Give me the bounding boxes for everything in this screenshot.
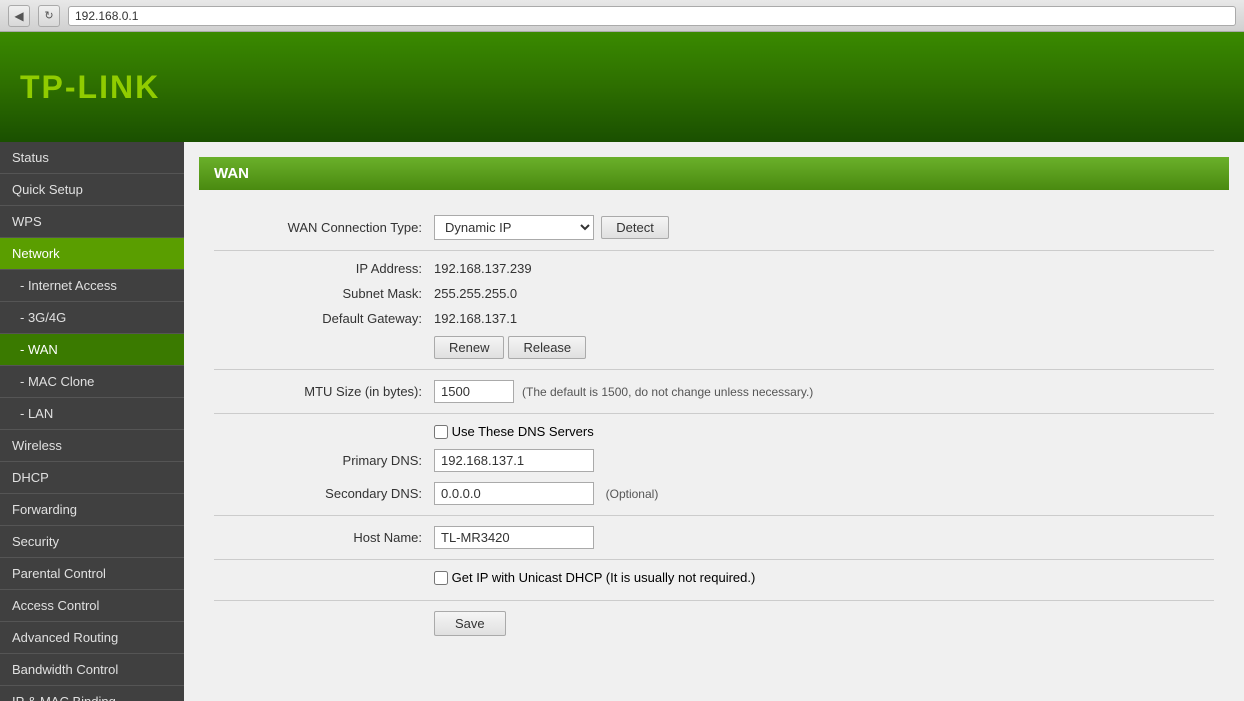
sidebar-item-access-control[interactable]: Access Control bbox=[0, 590, 184, 622]
mtu-size-input[interactable] bbox=[434, 380, 514, 403]
save-row: Save bbox=[214, 600, 1214, 636]
host-name-row: Host Name: bbox=[214, 526, 1214, 549]
refresh-button[interactable]: ↻ bbox=[38, 5, 60, 27]
sidebar-item-parental-control[interactable]: Parental Control bbox=[0, 558, 184, 590]
sidebar-item-wireless[interactable]: Wireless bbox=[0, 430, 184, 462]
host-name-label: Host Name: bbox=[214, 530, 434, 545]
subnet-mask-label: Subnet Mask: bbox=[214, 286, 434, 301]
sidebar-item-status[interactable]: Status bbox=[0, 142, 184, 174]
ip-address-value: 192.168.137.239 bbox=[434, 261, 532, 276]
renew-button[interactable]: Renew bbox=[434, 336, 504, 359]
host-name-input[interactable] bbox=[434, 526, 594, 549]
sidebar-item-internet-access[interactable]: - Internet Access bbox=[0, 270, 184, 302]
sidebar-item-wan[interactable]: - WAN bbox=[0, 334, 184, 366]
sidebar-item-wps[interactable]: WPS bbox=[0, 206, 184, 238]
subnet-mask-row: Subnet Mask: 255.255.255.0 bbox=[214, 286, 1214, 301]
use-dns-row: Use These DNS Servers bbox=[214, 424, 1214, 439]
wan-form: WAN Connection Type: Dynamic IP Static I… bbox=[199, 205, 1229, 646]
wan-connection-type-row: WAN Connection Type: Dynamic IP Static I… bbox=[214, 215, 1214, 240]
wan-connection-type-label: WAN Connection Type: bbox=[214, 220, 434, 235]
primary-dns-row: Primary DNS: bbox=[214, 449, 1214, 472]
secondary-dns-row: Secondary DNS: (Optional) bbox=[214, 482, 1214, 505]
main-content: WAN WAN Connection Type: Dynamic IP Stat… bbox=[184, 142, 1244, 701]
sidebar-item-security[interactable]: Security bbox=[0, 526, 184, 558]
wan-connection-type-select[interactable]: Dynamic IP Static IP PPPoE L2TP PPTP bbox=[434, 215, 594, 240]
renew-release-row: Renew Release bbox=[214, 336, 1214, 359]
detect-button[interactable]: Detect bbox=[601, 216, 669, 239]
sidebar: Status Quick Setup WPS Network - Interne… bbox=[0, 142, 184, 701]
ip-address-row: IP Address: 192.168.137.239 bbox=[214, 261, 1214, 276]
sidebar-item-3g4g[interactable]: - 3G/4G bbox=[0, 302, 184, 334]
optional-text: (Optional) bbox=[606, 487, 659, 501]
logo-text: TP-LINK bbox=[20, 69, 160, 105]
primary-dns-label: Primary DNS: bbox=[214, 453, 434, 468]
sidebar-item-dhcp[interactable]: DHCP bbox=[0, 462, 184, 494]
section-title: WAN bbox=[214, 165, 249, 182]
primary-dns-input[interactable] bbox=[434, 449, 594, 472]
default-gateway-value: 192.168.137.1 bbox=[434, 311, 517, 326]
default-gateway-label: Default Gateway: bbox=[214, 311, 434, 326]
sidebar-item-network[interactable]: Network bbox=[0, 238, 184, 270]
use-dns-checkbox[interactable] bbox=[434, 425, 448, 439]
release-button[interactable]: Release bbox=[508, 336, 586, 359]
unicast-dhcp-row: Get IP with Unicast DHCP (It is usually … bbox=[214, 570, 1214, 585]
browser-bar: ◀ ↻ 192.168.0.1 bbox=[0, 0, 1244, 32]
default-gateway-row: Default Gateway: 192.168.137.1 bbox=[214, 311, 1214, 326]
mtu-size-row: MTU Size (in bytes): (The default is 150… bbox=[214, 380, 1214, 403]
sidebar-item-bandwidth-control[interactable]: Bandwidth Control bbox=[0, 654, 184, 686]
sidebar-item-mac-clone[interactable]: - MAC Clone bbox=[0, 366, 184, 398]
unicast-dhcp-label: Get IP with Unicast DHCP (It is usually … bbox=[452, 570, 756, 585]
subnet-mask-value: 255.255.255.0 bbox=[434, 286, 517, 301]
save-button[interactable]: Save bbox=[434, 611, 506, 636]
url-bar[interactable]: 192.168.0.1 bbox=[68, 6, 1236, 26]
sidebar-item-quick-setup[interactable]: Quick Setup bbox=[0, 174, 184, 206]
back-button[interactable]: ◀ bbox=[8, 5, 30, 27]
ip-address-label: IP Address: bbox=[214, 261, 434, 276]
sidebar-item-lan[interactable]: - LAN bbox=[0, 398, 184, 430]
logo: TP-LINK bbox=[20, 69, 160, 106]
secondary-dns-label: Secondary DNS: bbox=[214, 486, 434, 501]
page-header: TP-LINK bbox=[0, 32, 1244, 142]
sidebar-item-advanced-routing[interactable]: Advanced Routing bbox=[0, 622, 184, 654]
secondary-dns-input[interactable] bbox=[434, 482, 594, 505]
unicast-dhcp-checkbox[interactable] bbox=[434, 571, 448, 585]
mtu-hint: (The default is 1500, do not change unle… bbox=[522, 385, 813, 399]
renew-release-buttons: Renew Release bbox=[434, 336, 586, 359]
use-dns-label: Use These DNS Servers bbox=[452, 424, 594, 439]
mtu-size-label: MTU Size (in bytes): bbox=[214, 384, 434, 399]
sidebar-item-ip-mac-binding[interactable]: IP & MAC Binding bbox=[0, 686, 184, 701]
sidebar-item-forwarding[interactable]: Forwarding bbox=[0, 494, 184, 526]
section-header: WAN bbox=[199, 157, 1229, 190]
